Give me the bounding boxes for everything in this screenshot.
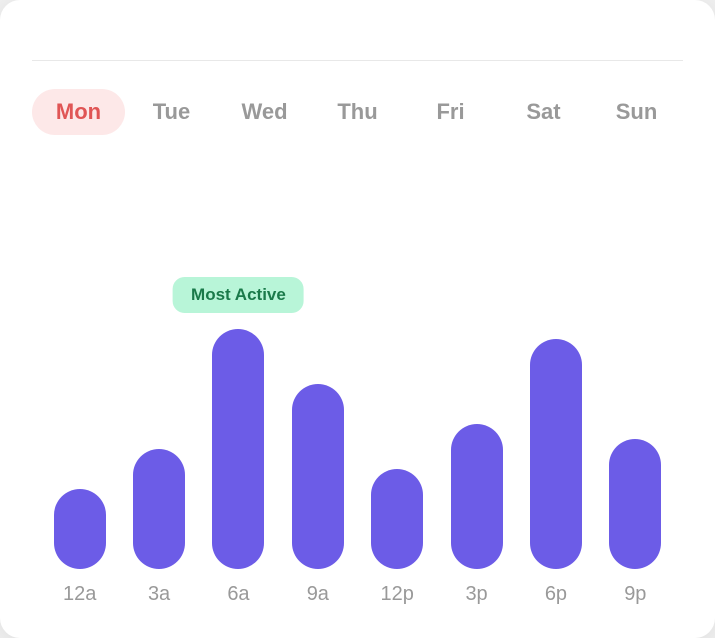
x-label-12a: 12a xyxy=(40,583,119,606)
day-tab-mon[interactable]: Mon xyxy=(32,89,125,135)
bar-col-12p xyxy=(358,469,437,569)
bar-9a xyxy=(292,384,344,569)
x-label-3a: 3a xyxy=(119,583,198,606)
day-tab-sat[interactable]: Sat xyxy=(497,89,590,135)
bar-col-3p xyxy=(437,424,516,569)
best-time-card: MonTueWedThuFriSatSun Most Active 12a3a6… xyxy=(0,0,715,638)
bar-3p xyxy=(451,424,503,569)
x-label-9a: 9a xyxy=(278,583,357,606)
chart-area: Most Active 12a3a6a9a12p3p6p9p xyxy=(32,167,683,606)
most-active-badge: Most Active xyxy=(173,277,304,313)
day-tabs: MonTueWedThuFriSatSun xyxy=(32,89,683,135)
bar-12a xyxy=(54,489,106,569)
x-label-6p: 6p xyxy=(516,583,595,606)
bar-6p xyxy=(530,339,582,569)
bar-col-6a: Most Active xyxy=(199,329,278,569)
bar-col-6p xyxy=(516,339,595,569)
bar-col-9a xyxy=(278,384,357,569)
bar-12p xyxy=(371,469,423,569)
day-tab-fri[interactable]: Fri xyxy=(404,89,497,135)
x-labels: 12a3a6a9a12p3p6p9p xyxy=(32,569,683,606)
day-tab-sun[interactable]: Sun xyxy=(590,89,683,135)
day-tab-tue[interactable]: Tue xyxy=(125,89,218,135)
x-label-12p: 12p xyxy=(358,583,437,606)
day-tab-wed[interactable]: Wed xyxy=(218,89,311,135)
divider xyxy=(32,60,683,61)
bar-9p xyxy=(609,439,661,569)
bar-6a: Most Active xyxy=(212,329,264,569)
x-label-3p: 3p xyxy=(437,583,516,606)
x-label-9p: 9p xyxy=(596,583,675,606)
bar-col-3a xyxy=(119,449,198,569)
bar-col-12a xyxy=(40,489,119,569)
bars-wrapper: Most Active xyxy=(32,167,683,569)
bar-col-9p xyxy=(596,439,675,569)
x-label-6a: 6a xyxy=(199,583,278,606)
bar-3a xyxy=(133,449,185,569)
day-tab-thu[interactable]: Thu xyxy=(311,89,404,135)
